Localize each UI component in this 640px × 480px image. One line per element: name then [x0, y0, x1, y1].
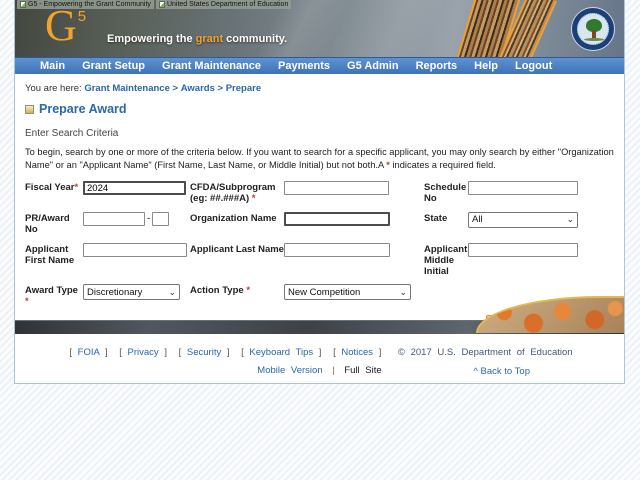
footer-link-security[interactable]: Security	[187, 347, 221, 358]
banner-tagline: Empowering the grant community.	[107, 33, 287, 45]
nav-grant-setup[interactable]: Grant Setup	[82, 60, 145, 72]
required-star: *	[246, 285, 250, 296]
pr-award-no-label: PR/Award No	[25, 212, 83, 236]
back-to-top-row: ^ Back to Top	[25, 366, 614, 377]
organization-name-input[interactable]	[284, 212, 390, 226]
chevron-down-icon: ⌄	[566, 214, 574, 225]
fiscal-year-input[interactable]	[83, 181, 186, 195]
cfda-input[interactable]	[284, 181, 389, 195]
footer-link-privacy[interactable]: Privacy	[128, 347, 159, 358]
skip-link-ed[interactable]: United States Department of Education	[156, 0, 291, 9]
action-type-select[interactable]: New Competition ⌄	[284, 284, 411, 300]
cfda-label: CFDA/Subprogram (eg: ##.###A) *	[190, 181, 284, 205]
search-criteria-title: Enter Search Criteria	[25, 128, 614, 139]
g5-logo-5: 5	[78, 8, 86, 25]
breadcrumb: You are here: Grant Maintenance > Awards…	[25, 74, 614, 94]
required-star: *	[74, 182, 78, 193]
main-navbar: Main Grant Setup Grant Maintenance Payme…	[15, 57, 624, 74]
breadcrumb-awards[interactable]: Awards	[181, 83, 215, 94]
nav-grant-maintenance[interactable]: Grant Maintenance	[162, 60, 261, 72]
nav-payments[interactable]: Payments	[278, 60, 330, 72]
breadcrumb-separator: >	[218, 83, 224, 94]
search-criteria-form: Fiscal Year* CFDA/Subprogram (eg: ##.###…	[25, 181, 614, 308]
applicant-first-name-label: Applicant First Name	[25, 243, 83, 267]
footer-link-keyboard-tips[interactable]: Keyboard Tips	[249, 347, 313, 358]
nav-g5-admin[interactable]: G5 Admin	[347, 60, 399, 72]
footer-links-row: [ FOIA ] [ Privacy ] [ Security ] [ Keyb…	[15, 347, 624, 358]
department-of-education-seal-icon	[571, 7, 615, 51]
prepare-award-icon	[25, 105, 34, 114]
nav-help[interactable]: Help	[474, 60, 498, 72]
seal-ground	[584, 38, 604, 41]
instructions-text-2: indicates a required field.	[390, 160, 496, 170]
nav-reports[interactable]: Reports	[416, 60, 458, 72]
fiscal-year-label: Fiscal Year*	[25, 181, 83, 194]
breadcrumb-prefix: You are here:	[25, 83, 82, 94]
breadcrumb-prepare[interactable]: Prepare	[226, 83, 261, 94]
instructions-text: To begin, search by one or more of the c…	[25, 147, 614, 170]
applicant-first-name-input[interactable]	[83, 243, 187, 257]
skip-link-g5[interactable]: G5 - Empowering the Grant Community	[17, 0, 154, 9]
g5-logo: G5	[45, 2, 85, 50]
state-label: State	[424, 212, 468, 225]
required-star: *	[252, 193, 256, 204]
state-select-value: All	[472, 214, 483, 225]
pr-award-separator: -	[147, 213, 150, 224]
g5-page-container: G5 - Empowering the Grant Community Unit…	[14, 0, 625, 384]
award-type-select-value: Discretionary	[87, 287, 142, 298]
footer-link-notices[interactable]: Notices	[341, 347, 373, 358]
organization-name-label: Organization Name	[190, 212, 284, 225]
schedule-no-input[interactable]	[468, 181, 578, 195]
award-type-label: Award Type *	[25, 284, 83, 308]
page-title: Prepare Award	[39, 102, 127, 116]
pr-award-no-input-2[interactable]	[152, 212, 169, 226]
skip-links: G5 - Empowering the Grant Community Unit…	[17, 0, 291, 9]
applicant-middle-initial-input[interactable]	[468, 243, 578, 257]
nav-main[interactable]: Main	[40, 60, 65, 72]
tagline-post: community.	[223, 33, 287, 45]
tagline-highlight: grant	[196, 33, 224, 45]
chevron-down-icon: ⌄	[168, 287, 176, 298]
page-icon	[20, 1, 26, 8]
banner-photo-collage	[414, 0, 624, 57]
action-type-label: Action Type *	[190, 284, 284, 297]
tagline-pre: Empowering the	[107, 33, 196, 45]
skip-link-g5-label: G5 - Empowering the Grant Community	[28, 0, 151, 9]
applicant-last-name-label: Applicant Last Name	[190, 243, 284, 256]
footer-link-foia[interactable]: FOIA	[78, 347, 100, 358]
search-instructions: To begin, search by one or more of the c…	[25, 146, 614, 172]
nav-logout[interactable]: Logout	[515, 60, 552, 72]
banner: G5 - Empowering the Grant Community Unit…	[15, 0, 624, 57]
skip-link-ed-label: United States Department of Education	[167, 0, 288, 9]
copyright-text: © 2017 U.S. Department of Education	[398, 347, 573, 358]
page-title-row: Prepare Award	[25, 102, 614, 116]
required-star: *	[25, 296, 29, 307]
back-to-top-link[interactable]: ^ Back to Top	[473, 366, 530, 377]
schedule-no-label: Schedule No	[424, 181, 468, 205]
applicant-last-name-input[interactable]	[284, 243, 390, 257]
chevron-down-icon: ⌄	[399, 287, 407, 298]
main-content: You are here: Grant Maintenance > Awards…	[15, 74, 624, 320]
seal-inner-ring	[577, 13, 609, 45]
applicant-middle-initial-label: Applicant Middle Initial	[424, 243, 468, 278]
award-type-select[interactable]: Discretionary ⌄	[83, 284, 180, 300]
action-type-select-value: New Competition	[288, 287, 360, 298]
breadcrumb-grant-maintenance[interactable]: Grant Maintenance	[84, 83, 170, 94]
state-select[interactable]: All ⌄	[468, 212, 578, 228]
page-icon	[159, 1, 165, 8]
breadcrumb-separator: >	[173, 83, 179, 94]
pr-award-no-input-1[interactable]	[83, 212, 145, 226]
